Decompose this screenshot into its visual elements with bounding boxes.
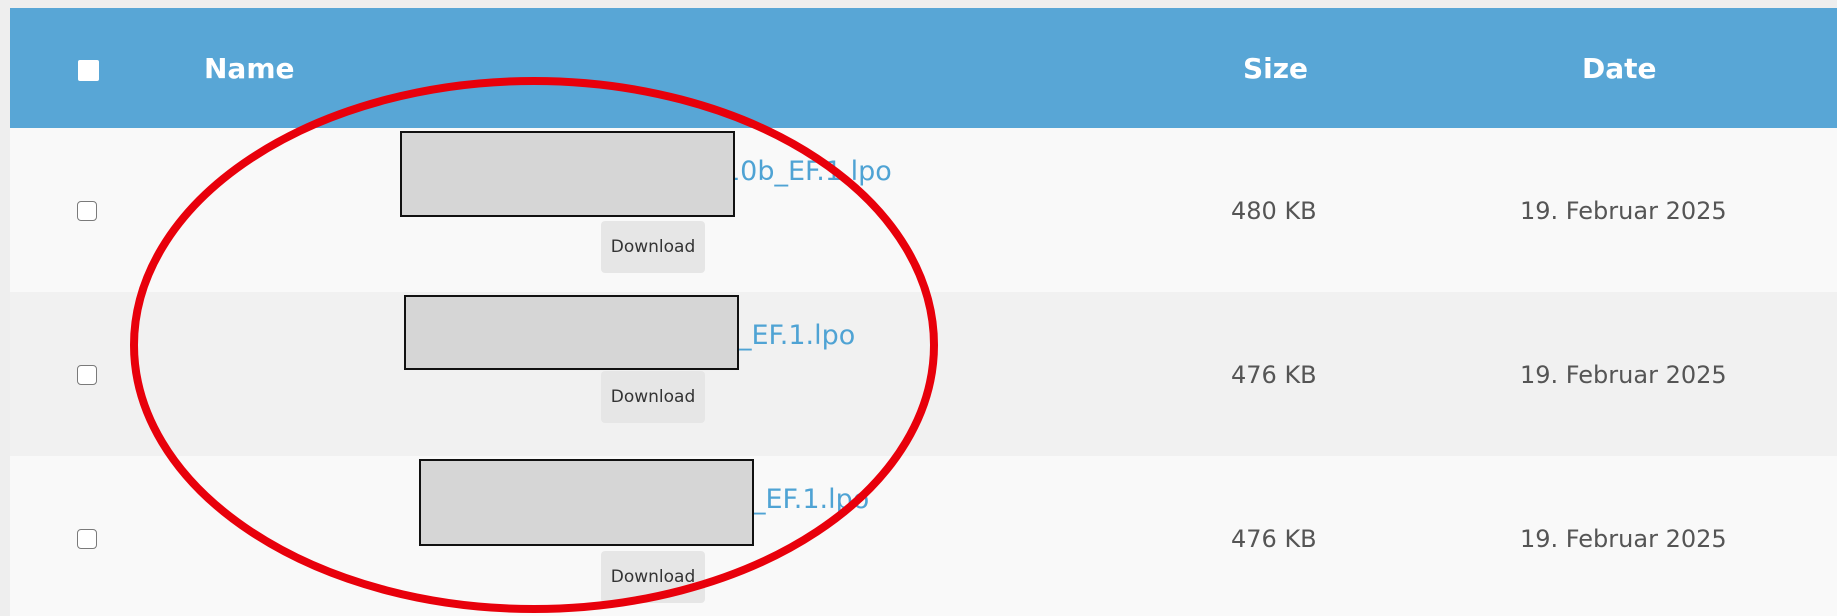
file-date: 19. Februar 2025 (1520, 197, 1727, 225)
file-link[interactable]: 10b_EF.1.lpo (723, 156, 892, 187)
file-size: 476 KB (1231, 525, 1317, 553)
redacted-filename (400, 131, 735, 217)
select-all-checkbox[interactable] (78, 60, 99, 81)
file-table: Name Size Date 10b_EF.1.lpo Download 480… (10, 8, 1837, 616)
size-column-header[interactable]: Size (1243, 8, 1308, 128)
redacted-filename (419, 459, 754, 546)
row-checkbox[interactable] (77, 529, 97, 549)
file-size: 480 KB (1231, 197, 1317, 225)
download-button[interactable]: Download (601, 551, 705, 603)
name-column-header[interactable]: Name (204, 8, 295, 128)
table-row: _EF.1.lpo Download 476 KB 19. Februar 20… (10, 292, 1837, 457)
redacted-filename (404, 295, 739, 370)
row-checkbox[interactable] (77, 365, 97, 385)
download-button[interactable]: Download (601, 221, 705, 273)
file-link[interactable]: _EF.1.lpo (752, 484, 869, 515)
table-row: _EF.1.lpo Download 476 KB 19. Februar 20… (10, 456, 1837, 616)
row-checkbox[interactable] (77, 201, 97, 221)
table-row: 10b_EF.1.lpo Download 480 KB 19. Februar… (10, 128, 1837, 293)
date-column-header[interactable]: Date (1582, 8, 1657, 128)
file-size: 476 KB (1231, 361, 1317, 389)
table-header: Name Size Date (10, 8, 1837, 128)
file-link[interactable]: _EF.1.lpo (738, 320, 855, 351)
file-date: 19. Februar 2025 (1520, 525, 1727, 553)
download-button[interactable]: Download (601, 371, 705, 423)
file-date: 19. Februar 2025 (1520, 361, 1727, 389)
